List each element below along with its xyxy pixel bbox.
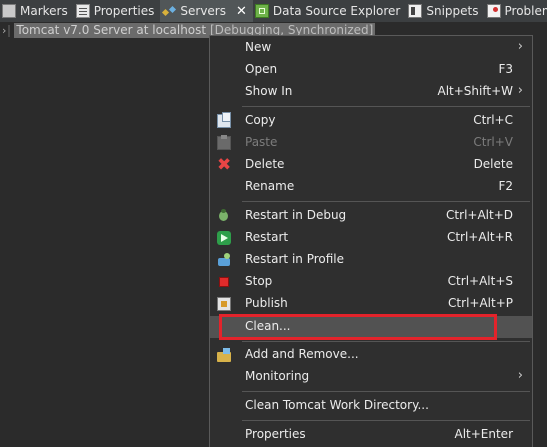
menu-item-label: Restart in Debug bbox=[245, 208, 347, 222]
menu-item-label: Rename bbox=[245, 179, 295, 193]
menu-item-clean-tomcat-work-directory[interactable]: Clean Tomcat Work Directory... bbox=[210, 395, 532, 417]
menu-item-shortcut: Ctrl+C bbox=[473, 113, 513, 127]
menu-separator bbox=[242, 391, 530, 392]
menu-item-label: Clean... bbox=[245, 319, 291, 333]
close-icon[interactable]: ✕ bbox=[236, 4, 247, 19]
paste-icon bbox=[217, 135, 231, 150]
tab-markers[interactable]: Markers bbox=[0, 0, 74, 22]
tab-properties[interactable]: Properties bbox=[74, 0, 161, 22]
menu-item-label: Restart bbox=[245, 230, 289, 244]
menu-item-label: Properties bbox=[245, 427, 306, 441]
problems-icon bbox=[486, 4, 501, 18]
delete-icon: ✖ bbox=[217, 155, 232, 175]
tab-problems[interactable]: Problems bbox=[485, 0, 547, 22]
menu-item-label: Stop bbox=[245, 274, 273, 288]
properties-icon bbox=[75, 4, 90, 18]
tab-label: Servers bbox=[180, 4, 226, 18]
tab-label: Properties bbox=[93, 4, 155, 18]
servers-icon bbox=[162, 4, 176, 18]
copy-icon bbox=[217, 112, 231, 128]
menu-item-label: Delete bbox=[245, 157, 285, 171]
menu-item-open[interactable]: Open F3 bbox=[210, 59, 532, 81]
menu-item-label: New bbox=[245, 40, 272, 54]
menu-item-restart-in-debug[interactable]: Restart in Debug Ctrl+Alt+D bbox=[210, 205, 532, 227]
profile-icon bbox=[217, 253, 231, 267]
context-menu: New › Open F3 Show In Alt+Shift+W › Copy… bbox=[209, 35, 533, 447]
menu-item-rename[interactable]: Rename F2 bbox=[210, 176, 532, 198]
markers-icon bbox=[2, 4, 16, 18]
menu-item-show-in[interactable]: Show In Alt+Shift+W › bbox=[210, 81, 532, 103]
snippets-icon bbox=[408, 4, 423, 18]
chevron-right-icon: › bbox=[517, 39, 523, 54]
menu-item-restart[interactable]: Restart Ctrl+Alt+R bbox=[210, 227, 532, 249]
menu-item-shortcut: F2 bbox=[498, 179, 513, 193]
tab-data-source-explorer[interactable]: Data Source Explorer bbox=[253, 0, 406, 22]
debug-bug-icon bbox=[217, 209, 231, 223]
menu-item-paste: Paste Ctrl+V bbox=[210, 132, 532, 154]
restart-icon bbox=[217, 231, 231, 245]
menu-item-shortcut: Ctrl+V bbox=[473, 135, 513, 149]
menu-separator bbox=[242, 201, 530, 202]
menu-item-label: Add and Remove... bbox=[245, 347, 359, 361]
chevron-right-icon: › bbox=[517, 83, 523, 98]
menu-item-label: Open bbox=[245, 62, 278, 76]
tab-servers[interactable]: Servers ✕ bbox=[160, 0, 253, 22]
tab-label: Data Source Explorer bbox=[272, 4, 401, 18]
menu-item-shortcut: Alt+Enter bbox=[454, 427, 513, 441]
tab-snippets[interactable]: Snippets bbox=[406, 0, 484, 22]
chevron-right-icon: › bbox=[517, 368, 523, 383]
menu-item-monitoring[interactable]: Monitoring › bbox=[210, 366, 532, 388]
menu-item-add-and-remove[interactable]: Add and Remove... bbox=[210, 344, 532, 366]
view-tab-bar: Markers Properties Servers ✕ Data Source… bbox=[0, 0, 547, 23]
data-source-explorer-icon bbox=[254, 4, 269, 18]
menu-item-stop[interactable]: Stop Ctrl+Alt+S bbox=[210, 271, 532, 293]
menu-item-shortcut: Ctrl+Alt+R bbox=[446, 230, 513, 244]
menu-item-shortcut: Ctrl+Alt+P bbox=[448, 296, 513, 310]
menu-separator bbox=[242, 341, 530, 342]
stop-icon bbox=[217, 275, 231, 289]
menu-item-shortcut: Ctrl+Alt+S bbox=[447, 274, 513, 288]
menu-item-label: Clean Tomcat Work Directory... bbox=[245, 398, 429, 412]
menu-item-label: Monitoring bbox=[245, 369, 310, 383]
chevron-right-icon[interactable]: › bbox=[2, 24, 6, 37]
menu-item-shortcut: F3 bbox=[498, 62, 513, 76]
publish-icon bbox=[217, 297, 231, 311]
menu-item-properties[interactable]: Properties Alt+Enter bbox=[210, 424, 532, 446]
menu-item-label: Copy bbox=[245, 113, 276, 127]
menu-item-clean[interactable]: Clean... bbox=[210, 316, 532, 338]
menu-item-copy[interactable]: Copy Ctrl+C bbox=[210, 110, 532, 132]
menu-item-delete[interactable]: ✖ Delete Delete bbox=[210, 154, 532, 176]
server-name: Tomcat v7.0 Server at localhost bbox=[16, 23, 207, 37]
menu-item-restart-in-profile[interactable]: Restart in Profile bbox=[210, 249, 532, 271]
menu-separator bbox=[242, 106, 530, 107]
menu-separator bbox=[242, 420, 530, 421]
menu-item-shortcut: Delete bbox=[473, 157, 513, 171]
server-icon bbox=[8, 24, 11, 37]
menu-item-label: Restart in Profile bbox=[245, 252, 345, 266]
tab-label: Snippets bbox=[426, 4, 479, 18]
menu-item-label: Show In bbox=[245, 84, 293, 98]
menu-item-shortcut: Ctrl+Alt+D bbox=[446, 208, 513, 222]
tab-label: Markers bbox=[20, 4, 68, 18]
menu-item-new[interactable]: New › bbox=[210, 37, 532, 59]
menu-item-publish[interactable]: Publish Ctrl+Alt+P bbox=[210, 293, 532, 315]
menu-item-label: Paste bbox=[245, 135, 278, 149]
add-remove-icon bbox=[217, 348, 231, 362]
menu-item-label: Publish bbox=[245, 296, 288, 310]
menu-item-shortcut: Alt+Shift+W bbox=[437, 84, 514, 98]
tab-label: Problems bbox=[504, 4, 547, 18]
